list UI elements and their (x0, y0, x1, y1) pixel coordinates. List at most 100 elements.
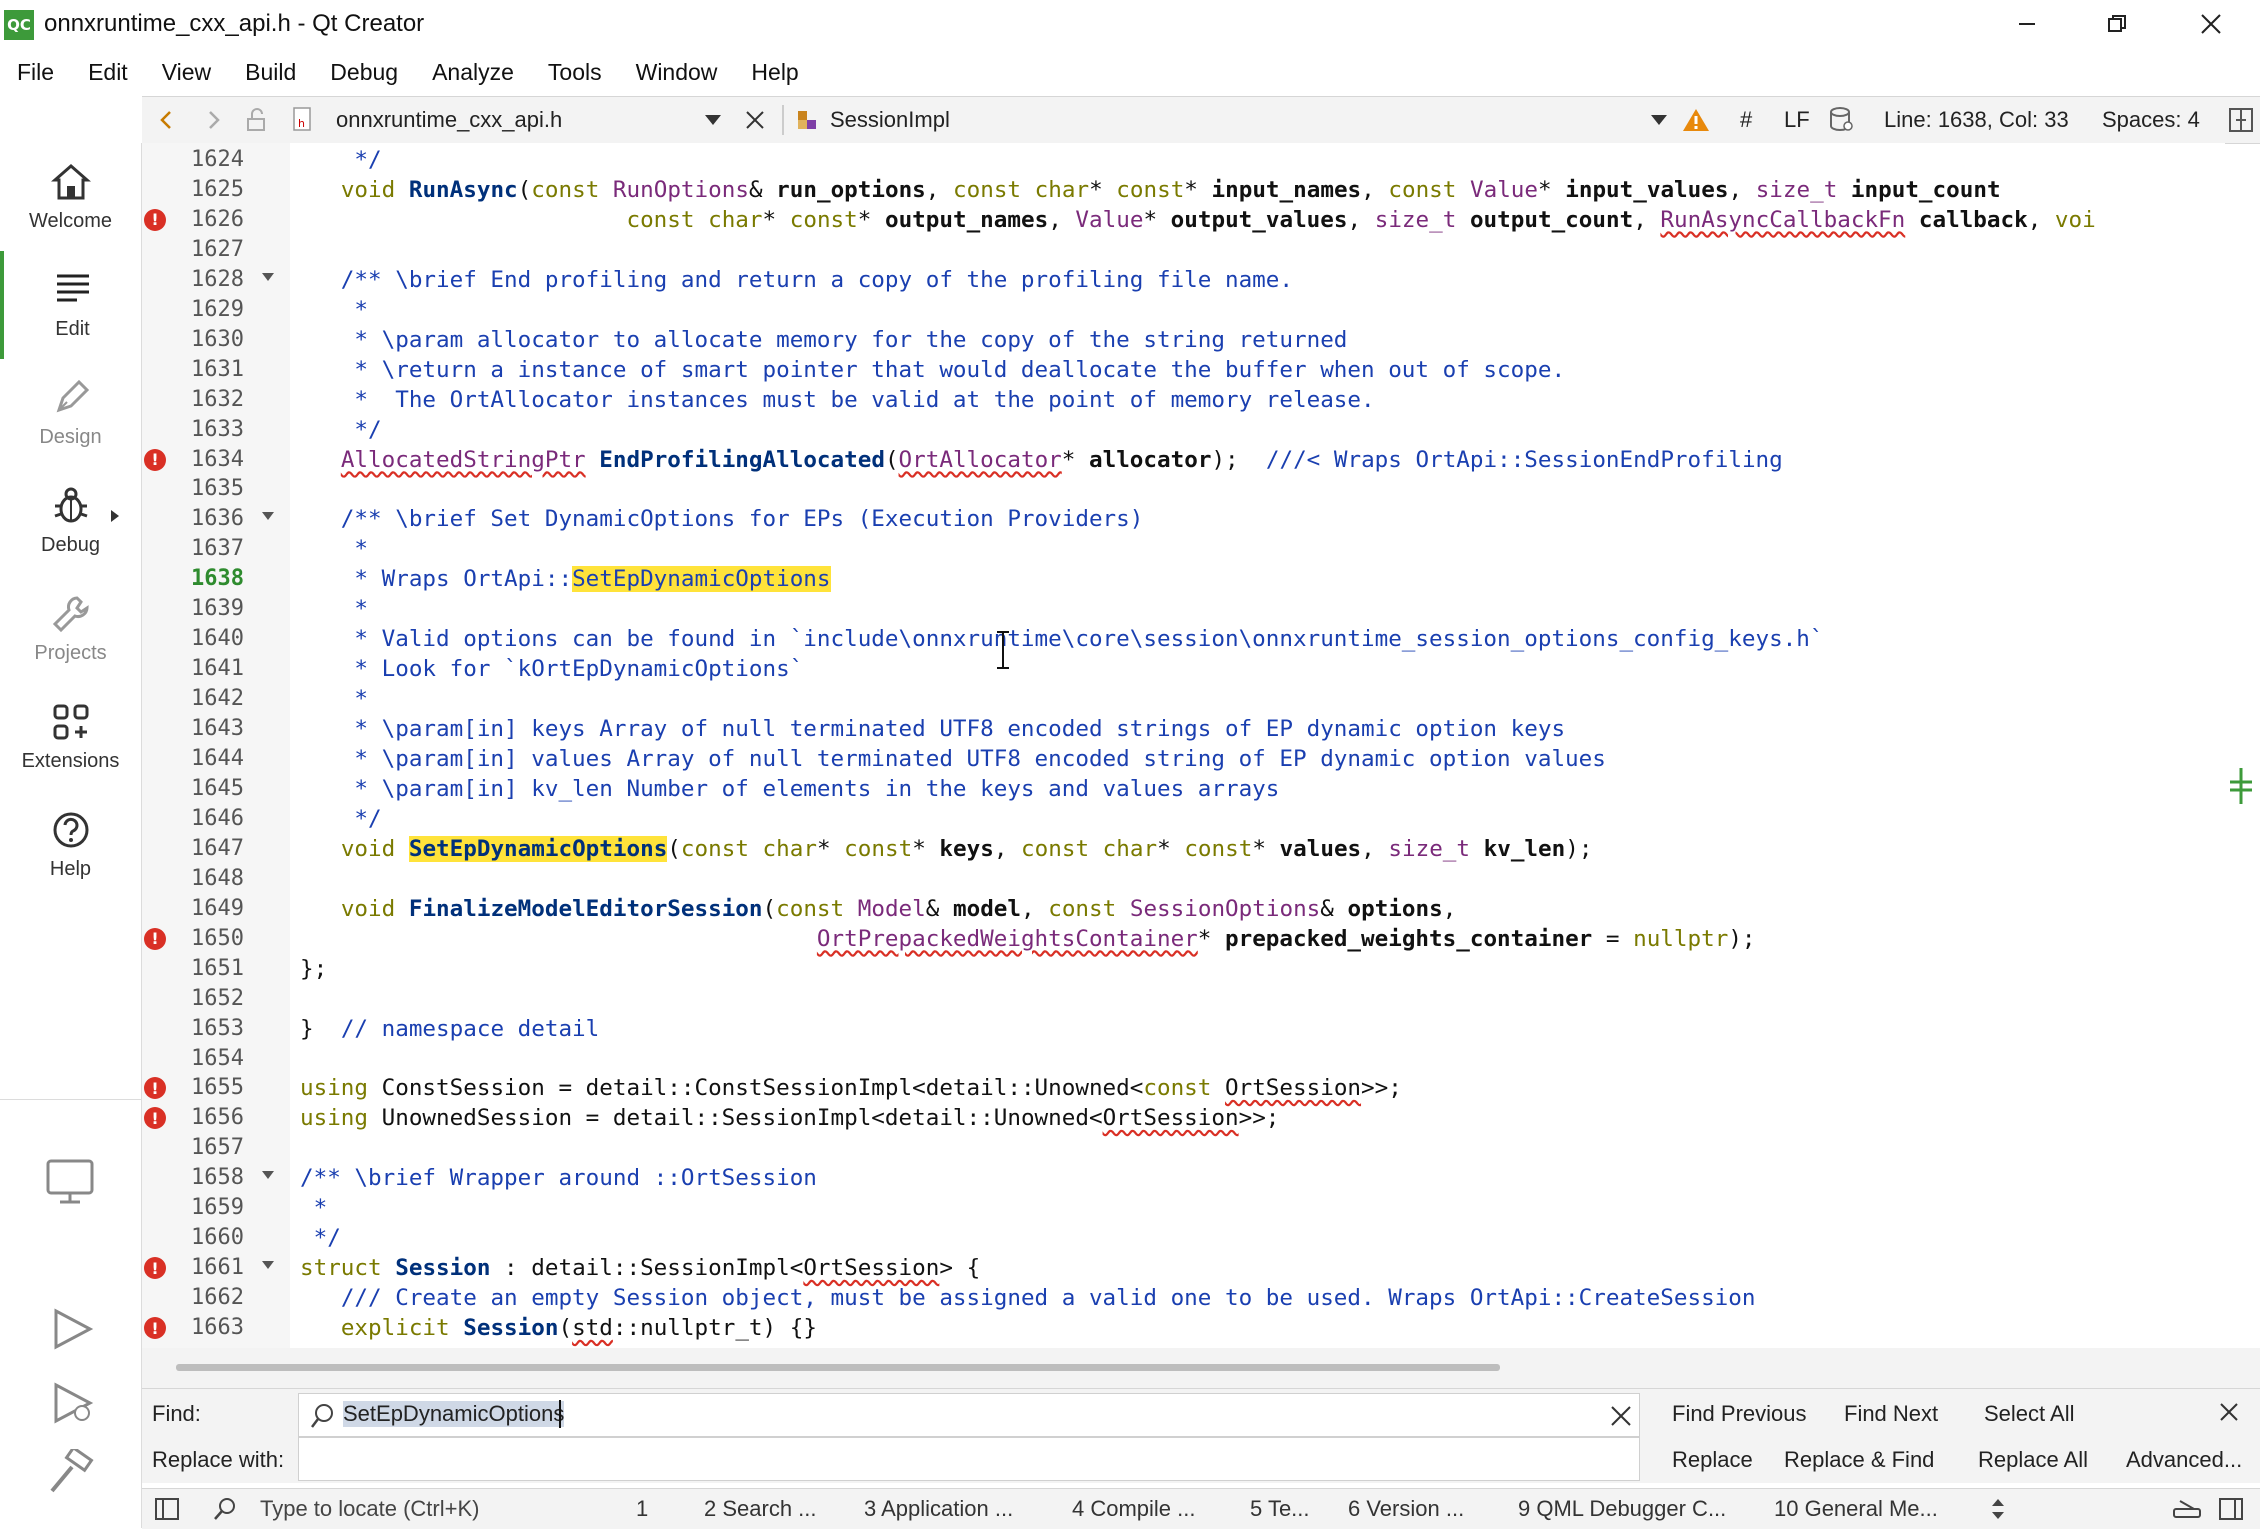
code-line[interactable]: * \param[in] values Array of null termin… (300, 744, 1605, 774)
symbol-dropdown-arrow[interactable] (1650, 97, 1668, 143)
find-next-button[interactable]: Find Next (1844, 1401, 1938, 1427)
menu-tools[interactable]: Tools (531, 59, 619, 86)
toggle-right-sidebar-button[interactable] (2218, 1489, 2244, 1529)
close-find-icon[interactable] (2218, 1401, 2240, 1423)
line-number[interactable]: 1651 (142, 954, 244, 984)
toggle-sidebar-button[interactable] (154, 1489, 180, 1529)
code-line[interactable]: * \param[in] kv_len Number of elements i… (300, 774, 1279, 804)
code-line[interactable]: * Valid options can be found in `include… (300, 624, 1823, 654)
output-pane-compile[interactable]: 4 Compile ... (1072, 1489, 1196, 1529)
code-line[interactable]: */ (300, 804, 381, 834)
code-line[interactable]: * (300, 534, 368, 564)
line-number[interactable]: 1631 (142, 355, 244, 385)
line-number[interactable]: 1652 (142, 984, 244, 1014)
code-line[interactable]: }; (300, 954, 327, 984)
line-number[interactable]: 1639 (142, 594, 244, 624)
code-line[interactable]: using UnownedSession = detail::SessionIm… (300, 1103, 1279, 1133)
run-button[interactable] (50, 1307, 94, 1355)
indentation-setting[interactable]: Spaces: 4 (2102, 97, 2200, 143)
menu-file[interactable]: File (0, 59, 71, 86)
line-number[interactable]: 1627 (142, 235, 244, 265)
find-input[interactable]: SetEpDynamicOptions (298, 1393, 1640, 1437)
code-line[interactable]: * Look for `kOrtEpDynamicOptions` (300, 654, 803, 684)
open-file-name[interactable]: onnxruntime_cxx_api.h (336, 97, 562, 143)
code-line[interactable]: using ConstSession = detail::ConstSessio… (300, 1073, 1402, 1103)
lock-button[interactable] (244, 97, 268, 143)
code-line[interactable]: /// Create an empty Session object, must… (300, 1283, 1756, 1313)
menu-edit[interactable]: Edit (71, 59, 145, 86)
mode-projects[interactable]: Projects (0, 575, 141, 683)
code-line[interactable]: * \param allocator to allocate memory fo… (300, 325, 1347, 355)
kit-selector-button[interactable] (44, 1155, 96, 1211)
line-number[interactable]: 1637 (142, 534, 244, 564)
code-line[interactable]: OrtPrepackedWeightsContainer* prepacked_… (300, 924, 1756, 954)
mode-welcome[interactable]: Welcome (0, 143, 141, 251)
debug-menu-arrow[interactable] (110, 508, 120, 527)
cursor-position[interactable]: Line: 1638, Col: 33 (1884, 97, 2069, 143)
mode-design[interactable]: Design (0, 359, 141, 467)
navigate-back-button[interactable] (154, 97, 180, 143)
advanced-button[interactable]: Advanced... (2126, 1447, 2242, 1473)
code-line[interactable]: void SetEpDynamicOptions(const char* con… (300, 834, 1592, 864)
line-number[interactable]: 1647 (142, 834, 244, 864)
code-line[interactable]: void RunAsync(const RunOptions& run_opti… (300, 175, 2001, 205)
code-line[interactable]: explicit Session(std::nullptr_t) {} (300, 1313, 817, 1343)
code-line[interactable]: const char* const* output_names, Value* … (300, 205, 2095, 235)
output-pane-tests[interactable]: 5 Te... (1250, 1489, 1310, 1529)
minimize-button[interactable] (2004, 6, 2050, 42)
mode-edit[interactable]: Edit (0, 251, 141, 359)
line-number[interactable]: 1625 (142, 175, 244, 205)
code-line[interactable]: * Wraps OrtApi::SetEpDynamicOptions (300, 564, 831, 594)
output-pane-application[interactable]: 3 Application ... (864, 1489, 1013, 1529)
find-previous-button[interactable]: Find Previous (1672, 1401, 1807, 1427)
code-line[interactable]: * (300, 594, 368, 624)
line-number[interactable]: 1659 (142, 1193, 244, 1223)
menu-view[interactable]: View (145, 59, 228, 86)
symbol-selector[interactable]: SessionImpl (830, 97, 950, 143)
line-number[interactable]: 1648 (142, 864, 244, 894)
code-line[interactable]: /** \brief Wrapper around ::OrtSession (300, 1163, 817, 1193)
line-number[interactable]: 1649 (142, 894, 244, 924)
code-line[interactable]: * (300, 295, 368, 325)
line-number[interactable]: 1658 (142, 1163, 244, 1193)
output-pane-issues[interactable]: 1 (636, 1489, 648, 1529)
line-number[interactable]: 1636 (142, 504, 244, 534)
menu-analyze[interactable]: Analyze (415, 59, 531, 86)
error-marker-icon[interactable]: ! (144, 208, 166, 231)
line-number[interactable]: 1643 (142, 714, 244, 744)
line-number[interactable]: 1660 (142, 1223, 244, 1253)
error-marker-icon[interactable]: ! (144, 1317, 166, 1340)
line-number[interactable]: 1641 (142, 654, 244, 684)
locator-input[interactable]: Type to locate (Ctrl+K) (260, 1489, 479, 1529)
database-button[interactable] (1828, 97, 1854, 143)
line-number[interactable]: 1638 (142, 564, 244, 594)
line-number[interactable]: 1653 (142, 1014, 244, 1044)
code-line[interactable]: /** \brief Set DynamicOptions for EPs (E… (300, 504, 1144, 534)
fold-toggle-icon[interactable] (261, 271, 275, 287)
close-window-button[interactable] (2188, 6, 2234, 42)
mode-help[interactable]: Help (0, 791, 141, 899)
code-line[interactable]: * (300, 1193, 328, 1223)
file-dropdown-arrow[interactable] (704, 97, 722, 143)
horizontal-scrollbar[interactable] (142, 1348, 2260, 1388)
menu-debug[interactable]: Debug (313, 59, 415, 86)
code-line[interactable]: struct Session : detail::SessionImpl<Ort… (300, 1253, 980, 1283)
error-marker-icon[interactable]: ! (144, 1257, 166, 1280)
code-line[interactable]: void FinalizeModelEditorSession(const Mo… (300, 894, 1457, 924)
fold-toggle-icon[interactable] (261, 510, 275, 526)
select-all-button[interactable]: Select All (1984, 1401, 2075, 1427)
line-number[interactable]: 1662 (142, 1283, 244, 1313)
maximize-button[interactable] (2094, 6, 2140, 42)
clear-icon[interactable] (1609, 1404, 1633, 1428)
code-line[interactable]: */ (300, 415, 381, 445)
code-line[interactable]: } // namespace detail (300, 1014, 599, 1044)
code-line[interactable]: */ (300, 145, 381, 175)
line-number[interactable]: 1635 (142, 474, 244, 504)
line-ending[interactable]: LF (1784, 97, 1810, 143)
error-marker-icon[interactable]: ! (144, 448, 166, 471)
scrollbar-thumb[interactable] (176, 1364, 1500, 1371)
build-button[interactable] (48, 1445, 94, 1499)
fold-toggle-icon[interactable] (261, 1169, 275, 1185)
output-pane-search[interactable]: 2 Search ... (704, 1489, 817, 1529)
replace-button[interactable]: Replace (1672, 1447, 1753, 1473)
